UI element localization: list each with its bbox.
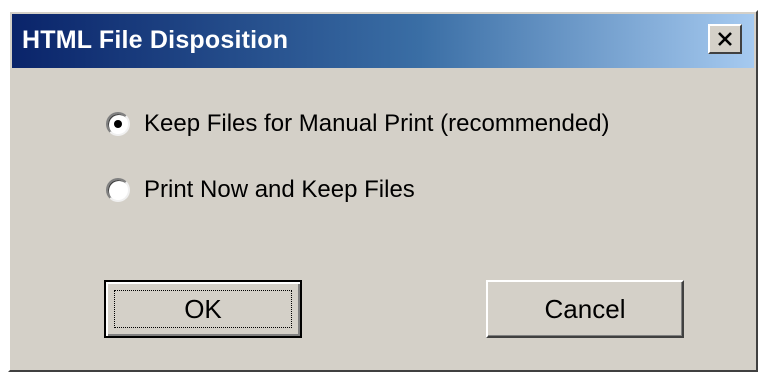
ok-button[interactable]: OK [104,280,302,338]
radio-keep-files[interactable] [106,112,130,136]
dialog-window: HTML File Disposition Keep Files for Man… [8,10,758,372]
focus-rectangle [114,290,292,328]
option-keep-files-label: Keep Files for Manual Print (recommended… [144,110,610,137]
cancel-button-label: Cancel [544,293,626,324]
dialog-title: HTML File Disposition [22,26,289,54]
close-icon [718,32,732,46]
close-button[interactable] [708,24,742,54]
option-print-now[interactable]: Print Now and Keep Files [106,172,415,208]
option-print-now-label: Print Now and Keep Files [144,176,415,203]
radio-selected-dot-icon [114,120,122,128]
radio-print-now[interactable] [106,178,130,202]
cancel-button[interactable]: Cancel [486,280,684,338]
title-bar[interactable]: HTML File Disposition [12,14,754,68]
option-keep-files[interactable]: Keep Files for Manual Print (recommended… [106,106,610,142]
